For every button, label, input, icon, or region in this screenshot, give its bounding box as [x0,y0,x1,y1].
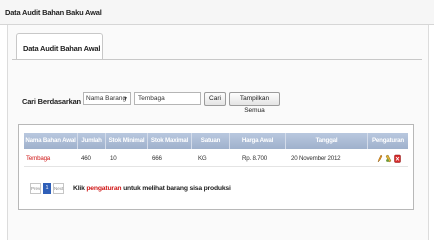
search-label: Cari Berdasarkan : [22,97,86,106]
next-page-button[interactable]: Next [53,183,64,194]
settings-icon[interactable] [385,154,392,163]
column-header-jumlah[interactable]: Jumlah [78,133,106,149]
column-header-satuan[interactable]: Satuan [192,133,230,149]
cell-harga-awal: Rp. 8.700 [242,155,268,162]
column-header-tanggal[interactable]: Tanggal [286,133,368,149]
note-suffix: untuk melihat barang sisa produksi [121,185,231,192]
search-field-select[interactable]: Nama Barang ▼ [83,92,131,105]
page-1-button[interactable]: 1 [43,183,51,194]
chevron-down-icon: ▼ [123,96,128,102]
cell-satuan: KG [198,155,207,162]
column-header-nama[interactable]: Nama Bahan Awal [24,133,78,149]
tab-label: Data Audit Bahan Awal [23,44,101,53]
pengaturan-link[interactable]: pengaturan [86,185,121,192]
tab-data-audit-bahan-awal[interactable]: Data Audit Bahan Awal [16,33,103,59]
edit-icon[interactable] [377,154,383,163]
search-button[interactable]: Cari [204,92,226,106]
note-prefix: Klik [73,185,87,192]
delete-icon[interactable] [394,154,401,163]
cell-jumlah: 460 [81,155,91,162]
show-all-button[interactable]: Tampilkan Semua [229,92,280,114]
footer-note: Klik pengaturan untuk melihat barang sis… [73,185,231,192]
column-header-pengaturan[interactable]: Pengaturan [368,133,408,149]
table-header: Nama Bahan Awal Jumlah Stok Minimal Stok… [24,133,408,149]
window-title-bar: Data Audit Bahan Baku Awal [0,0,434,25]
cell-tanggal: 20 November 2012 [291,155,341,162]
cell-stok-maximal: 666 [152,155,162,162]
table-row: Tembaga 460 10 666 KG Rp. 8.700 20 Novem… [24,150,408,167]
column-header-harga-awal[interactable]: Harga Awal [230,133,286,149]
tab-divider [12,59,422,60]
cell-stok-minimal: 10 [110,155,117,162]
prev-page-button[interactable]: Prev [30,183,41,194]
search-field-value: Nama Barang [86,95,127,102]
column-header-stok-minimal[interactable]: Stok Minimal [106,133,148,149]
column-header-stok-maximal[interactable]: Stok Maximal [148,133,192,149]
cell-nama-link[interactable]: Tembaga [26,150,78,167]
window-title: Data Audit Bahan Baku Awal [5,8,102,17]
search-input[interactable] [134,92,201,105]
